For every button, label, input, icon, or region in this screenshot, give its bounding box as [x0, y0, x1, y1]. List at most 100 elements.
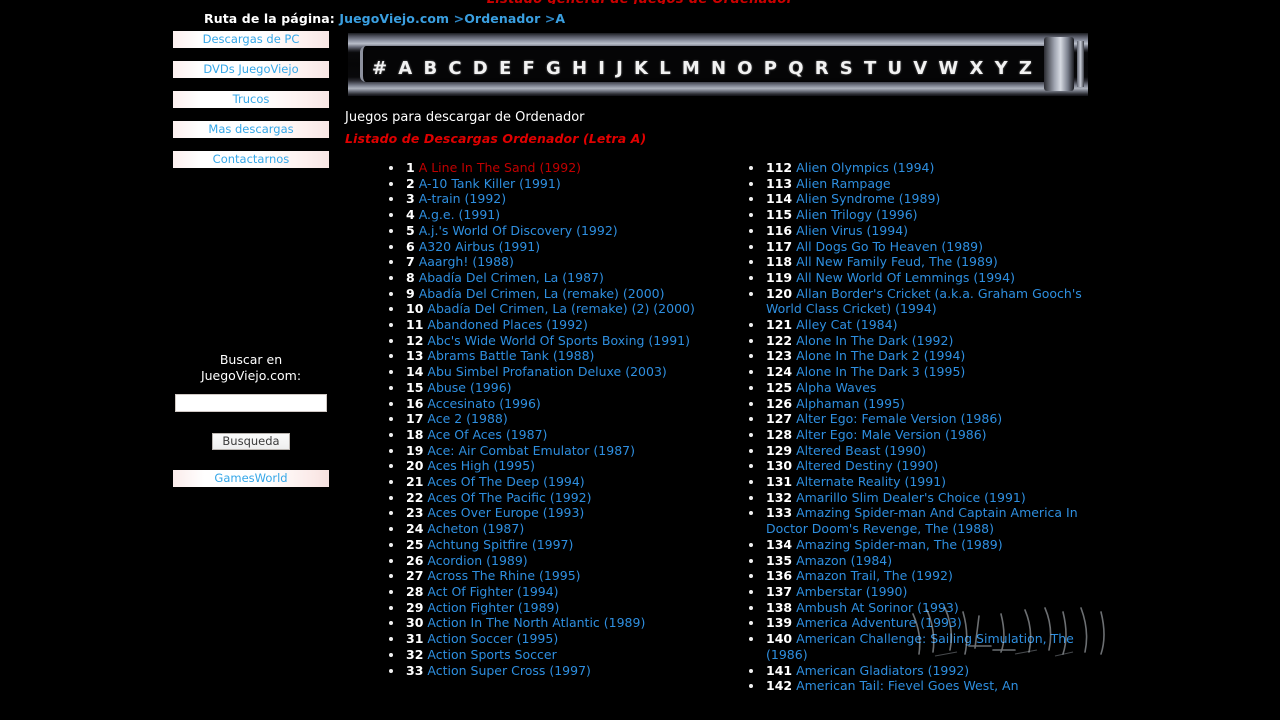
alphabet-link-m[interactable]: M [682, 58, 700, 79]
alphabet-link-j[interactable]: J [616, 58, 623, 79]
game-link[interactable]: Aces Over Europe (1993) [427, 505, 584, 520]
alphabet-link-r[interactable]: R [815, 58, 829, 79]
game-link[interactable]: Altered Beast (1990) [796, 443, 926, 458]
game-link[interactable]: Abadía Del Crimen, La (1987) [419, 270, 604, 285]
game-link[interactable]: Altered Destiny (1990) [796, 458, 938, 473]
game-link[interactable]: Aces Of The Pacific (1992) [427, 490, 591, 505]
game-link[interactable]: Abu Simbel Profanation Deluxe (2003) [427, 364, 666, 379]
game-link[interactable]: Alone In The Dark (1992) [796, 333, 953, 348]
alphabet-link-v[interactable]: V [913, 58, 927, 79]
game-link[interactable]: Aaargh! (1988) [419, 254, 514, 269]
sidebar-item-dvds[interactable]: DVDs JuegoViejo [173, 61, 329, 78]
alphabet-link-n[interactable]: N [711, 58, 726, 79]
game-link[interactable]: A Line In The Sand (1992) [419, 160, 581, 175]
game-link[interactable]: Amarillo Slim Dealer's Choice (1991) [796, 490, 1026, 505]
breadcrumb-link-home[interactable]: JuegoViejo.com [339, 11, 449, 26]
search-submit-button[interactable]: Busqueda [212, 433, 290, 450]
game-link[interactable]: All Dogs Go To Heaven (1989) [796, 239, 983, 254]
alphabet-link-b[interactable]: B [423, 58, 437, 79]
alphabet-link-z[interactable]: Z [1019, 58, 1032, 79]
game-link[interactable]: Action Soccer (1995) [427, 631, 558, 646]
game-link[interactable]: A.j.'s World Of Discovery (1992) [419, 223, 618, 238]
game-link[interactable]: American Gladiators (1992) [796, 663, 969, 678]
alphabet-link-w[interactable]: W [938, 58, 958, 79]
game-link[interactable]: Across The Rhine (1995) [427, 568, 580, 583]
sidebar-item-mas-descargas[interactable]: Mas descargas [173, 121, 329, 138]
game-link[interactable]: Aces High (1995) [427, 458, 535, 473]
alphabet-link-e[interactable]: E [499, 58, 511, 79]
game-link[interactable]: All New Family Feud, The (1989) [796, 254, 998, 269]
game-link[interactable]: Abandoned Places (1992) [427, 317, 587, 332]
alphabet-link-y[interactable]: Y [995, 58, 1008, 79]
game-link[interactable]: Amazing Spider-man, The (1989) [796, 537, 1003, 552]
alphabet-link-x[interactable]: X [969, 58, 983, 79]
alphabet-link-hash[interactable]: # [372, 58, 387, 79]
game-link[interactable]: Abuse (1996) [427, 380, 511, 395]
alphabet-link-d[interactable]: D [473, 58, 488, 79]
game-link[interactable]: Alone In The Dark 3 (1995) [796, 364, 965, 379]
game-link[interactable]: Ace 2 (1988) [427, 411, 507, 426]
game-link[interactable]: Achtung Spitfire (1997) [427, 537, 573, 552]
game-link[interactable]: Ace: Air Combat Emulator (1987) [427, 443, 635, 458]
sidebar-item-trucos[interactable]: Trucos [173, 91, 329, 108]
game-link[interactable]: American Tail: Fievel Goes West, An [796, 678, 1018, 693]
game-link[interactable]: Alien Olympics (1994) [796, 160, 934, 175]
alphabet-link-a[interactable]: A [398, 58, 412, 79]
search-input[interactable] [175, 394, 327, 412]
alphabet-link-q[interactable]: Q [788, 58, 803, 79]
game-link[interactable]: Alien Syndrome (1989) [796, 191, 940, 206]
game-link[interactable]: Alien Virus (1994) [796, 223, 908, 238]
alphabet-link-f[interactable]: F [522, 58, 534, 79]
game-link[interactable]: A-train (1992) [419, 191, 506, 206]
game-link[interactable]: Abadía Del Crimen, La (remake) (2000) [419, 286, 665, 301]
game-link[interactable]: Acheton (1987) [427, 521, 524, 536]
game-link[interactable]: America Adventure (1993) [796, 615, 962, 630]
game-link[interactable]: A-10 Tank Killer (1991) [419, 176, 561, 191]
game-link[interactable]: Ace Of Aces (1987) [427, 427, 547, 442]
alphabet-link-c[interactable]: C [448, 58, 461, 79]
game-link[interactable]: Aces Of The Deep (1994) [427, 474, 584, 489]
game-link[interactable]: Alter Ego: Female Version (1986) [796, 411, 1002, 426]
game-link[interactable]: Amberstar (1990) [796, 584, 907, 599]
alphabet-link-u[interactable]: U [887, 58, 902, 79]
game-link[interactable]: Abrams Battle Tank (1988) [427, 348, 594, 363]
game-link[interactable]: Alien Trilogy (1996) [796, 207, 917, 222]
alphabet-link-h[interactable]: H [572, 58, 587, 79]
alphabet-link-p[interactable]: P [764, 58, 777, 79]
alphabet-link-l[interactable]: L [659, 58, 670, 79]
breadcrumb-link-letter-a[interactable]: A [555, 11, 565, 26]
game-link[interactable]: Amazon (1984) [796, 553, 892, 568]
game-link[interactable]: Ambush At Sorinor (1993) [796, 600, 959, 615]
game-link[interactable]: A320 Airbus (1991) [419, 239, 540, 254]
game-link[interactable]: Abc's Wide World Of Sports Boxing (1991) [427, 333, 690, 348]
game-link[interactable]: Amazon Trail, The (1992) [796, 568, 953, 583]
sidebar-item-contactarnos[interactable]: Contactarnos [173, 151, 329, 168]
alphabet-link-s[interactable]: S [840, 58, 853, 79]
alphabet-link-o[interactable]: O [737, 58, 752, 79]
game-link[interactable]: A.g.e. (1991) [419, 207, 500, 222]
game-link[interactable]: Acordion (1989) [427, 553, 527, 568]
alphabet-link-g[interactable]: G [546, 58, 561, 79]
game-link[interactable]: Action Fighter (1989) [427, 600, 559, 615]
game-link[interactable]: Alpha Waves [796, 380, 876, 395]
game-link[interactable]: Alternate Reality (1991) [796, 474, 946, 489]
sidebar-item-descargas-pc[interactable]: Descargas de PC [173, 31, 329, 48]
breadcrumb-link-ordenador[interactable]: Ordenador [464, 11, 540, 26]
game-link[interactable]: Act Of Fighter (1994) [427, 584, 558, 599]
gamesworld-link[interactable]: GamesWorld [173, 470, 329, 487]
alphabet-link-k[interactable]: K [634, 58, 648, 79]
game-link[interactable]: Action In The North Atlantic (1989) [427, 615, 645, 630]
game-link[interactable]: Alter Ego: Male Version (1986) [796, 427, 986, 442]
game-link[interactable]: Amazing Spider-man And Captain America I… [766, 505, 1078, 536]
game-link[interactable]: Alien Rampage [796, 176, 891, 191]
game-link[interactable]: Allan Border's Cricket (a.k.a. Graham Go… [766, 286, 1082, 317]
alphabet-link-i[interactable]: I [598, 58, 605, 79]
game-link[interactable]: All New World Of Lemmings (1994) [796, 270, 1015, 285]
game-link[interactable]: Alphaman (1995) [796, 396, 905, 411]
game-link[interactable]: Action Sports Soccer [427, 647, 556, 662]
game-link[interactable]: Alone In The Dark 2 (1994) [796, 348, 965, 363]
game-link[interactable]: Abadía Del Crimen, La (remake) (2) (2000… [427, 301, 694, 316]
game-link[interactable]: Accesinato (1996) [427, 396, 540, 411]
alphabet-link-t[interactable]: T [864, 58, 876, 79]
game-link[interactable]: Alley Cat (1984) [796, 317, 897, 332]
